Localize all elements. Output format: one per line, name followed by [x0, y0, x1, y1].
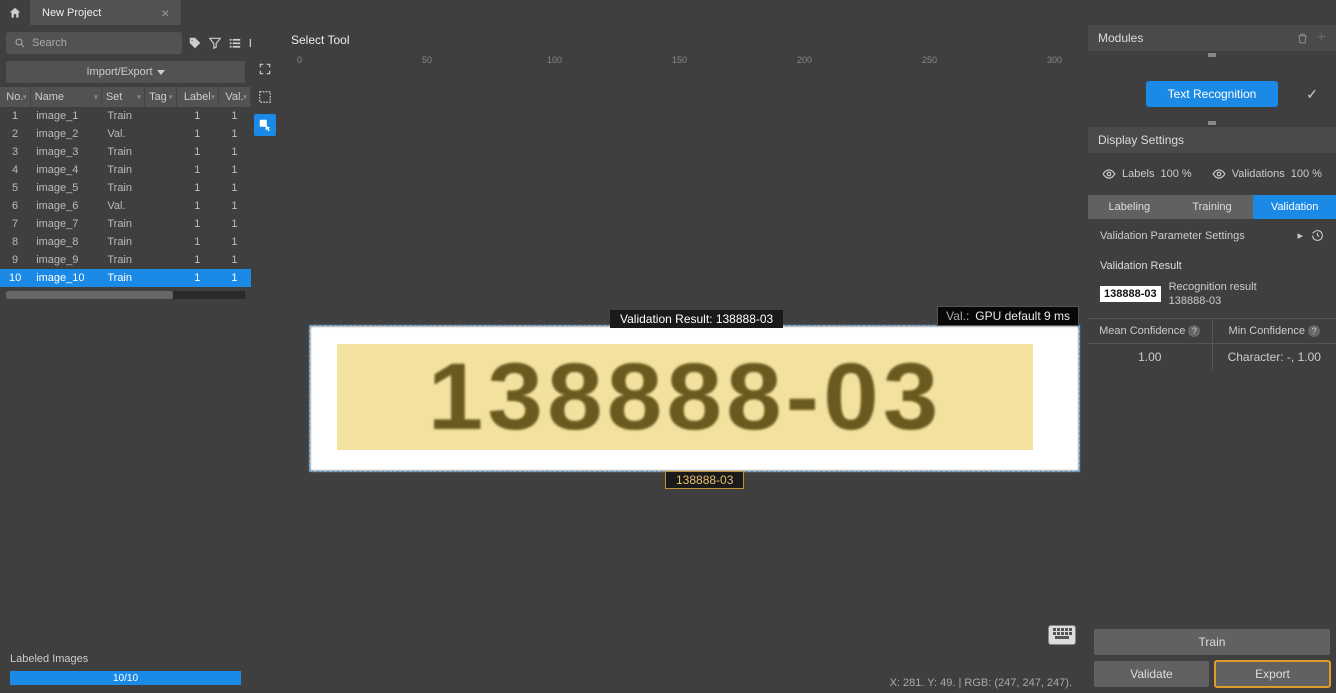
eye-icon[interactable]	[1102, 167, 1116, 181]
labeled-images-title: Labeled Images	[10, 653, 241, 665]
table-row[interactable]: 4image_4Train11	[0, 161, 251, 179]
labels-text: Labels	[1122, 168, 1154, 180]
validation-result-title: Validation Result	[1088, 252, 1336, 276]
search-input-wrap[interactable]	[6, 32, 182, 54]
tool-select[interactable]	[254, 114, 276, 136]
table-row[interactable]: 2image_2Val.11	[0, 125, 251, 143]
labels-pct: 100 %	[1160, 168, 1191, 180]
status-bar: X: 281. Y: 49. | RGB: (247, 247, 247).	[279, 673, 1088, 693]
label-box[interactable]: 138888-03	[337, 344, 1033, 450]
eye-icon[interactable]	[1212, 167, 1226, 181]
min-confidence-header: Min Confidence?	[1213, 319, 1336, 343]
canvas-title: Select Tool	[279, 25, 1088, 55]
recognition-thumb: 138888-03	[1100, 286, 1161, 302]
recognition-card[interactable]: 138888-03 Recognition result 138888-03	[1088, 276, 1336, 318]
text-recognition-module[interactable]: Text Recognition	[1146, 81, 1279, 107]
import-export-label: Import/Export	[86, 66, 152, 78]
table-row[interactable]: 8image_8Train11	[0, 233, 251, 251]
table-row[interactable]: 1image_1Train11	[0, 107, 251, 125]
modules-title: Modules	[1098, 31, 1143, 45]
col-name[interactable]: Name▾	[30, 87, 101, 107]
labeled-progress: 10/10	[10, 671, 241, 685]
train-button[interactable]: Train	[1094, 629, 1330, 655]
keyboard-icon[interactable]	[1048, 625, 1076, 645]
table-row[interactable]: 6image_6Val.11	[0, 197, 251, 215]
list-icon[interactable]	[228, 35, 242, 51]
image-table: No.▾ Name▾ Set▾ Tag▾ Label▾ Val.▾ 1image…	[0, 87, 251, 287]
expand-icon[interactable]: ▸	[1297, 229, 1303, 242]
canvas-panel: Select Tool 050100150200250300 Validatio…	[279, 25, 1088, 693]
help-icon[interactable]: ?	[1188, 325, 1200, 337]
validation-gpu-badge: Val.:GPU default 9 ms	[937, 306, 1079, 326]
col-tag[interactable]: Tag▾	[145, 87, 177, 107]
check-icon: ✓	[1306, 86, 1318, 103]
tool-marquee[interactable]	[254, 86, 276, 108]
canvas[interactable]: Validation Result: 138888-03 Val.:GPU de…	[297, 73, 1088, 673]
mean-confidence-header: Mean Confidence?	[1088, 319, 1213, 343]
project-tab[interactable]: New Project ×	[30, 0, 181, 25]
home-button[interactable]	[0, 0, 30, 25]
history-icon[interactable]	[1311, 229, 1324, 242]
image-selection[interactable]: Validation Result: 138888-03 Val.:GPU de…	[309, 325, 1080, 472]
search-icon	[14, 37, 26, 49]
mean-confidence-value: 1.00	[1088, 344, 1213, 370]
tool-fullscreen[interactable]	[254, 58, 276, 80]
chevron-down-icon	[157, 70, 165, 75]
table-row[interactable]: 9image_9Train11	[0, 251, 251, 269]
left-panel: Import/Export No.▾ Name▾ Set▾ Tag▾ Label…	[0, 25, 251, 693]
funnel-icon[interactable]	[208, 35, 222, 51]
project-tab-title: New Project	[42, 7, 101, 19]
import-export-button[interactable]: Import/Export	[6, 61, 245, 83]
min-confidence-value: Character: -, 1.00	[1213, 344, 1336, 370]
param-settings-title: Validation Parameter Settings	[1100, 230, 1245, 242]
tab-labeling[interactable]: Labeling	[1088, 195, 1171, 219]
validations-text: Validations	[1232, 168, 1285, 180]
home-icon	[8, 6, 22, 20]
right-panel: Modules + Text Recognition ✓ Display Set…	[1088, 25, 1336, 693]
validation-result-banner: Validation Result: 138888-03	[610, 310, 783, 328]
display-settings-title: Display Settings	[1088, 127, 1336, 153]
ruler-vertical	[279, 73, 297, 673]
tag-filter-icon[interactable]	[188, 35, 202, 51]
col-no[interactable]: No.▾	[0, 87, 30, 107]
tab-validation[interactable]: Validation	[1253, 195, 1336, 219]
image-big-text: 138888-03	[428, 343, 943, 452]
table-hscroll[interactable]	[6, 291, 245, 299]
table-row[interactable]: 5image_5Train11	[0, 179, 251, 197]
col-set[interactable]: Set▾	[101, 87, 144, 107]
trash-icon[interactable]	[1296, 32, 1309, 45]
table-row[interactable]: 3image_3Train11	[0, 143, 251, 161]
close-icon[interactable]: ×	[161, 5, 169, 21]
ruler-horizontal: 050100150200250300	[279, 55, 1088, 73]
export-button[interactable]: Export	[1215, 661, 1330, 687]
search-input[interactable]	[32, 37, 174, 49]
col-val[interactable]: Val.▾	[218, 87, 250, 107]
label-text[interactable]: 138888-03	[665, 471, 744, 489]
validate-button[interactable]: Validate	[1094, 661, 1209, 687]
help-icon[interactable]: ?	[1308, 325, 1320, 337]
validations-pct: 100 %	[1291, 168, 1322, 180]
table-row[interactable]: 10image_10Train11	[0, 269, 251, 287]
tab-training[interactable]: Training	[1171, 195, 1254, 219]
plus-icon[interactable]: +	[1317, 32, 1326, 45]
tool-strip	[251, 25, 279, 693]
recognition-value: 138888-03	[1169, 294, 1257, 308]
col-label[interactable]: Label▾	[176, 87, 218, 107]
table-row[interactable]: 7image_7Train11	[0, 215, 251, 233]
recognition-title: Recognition result	[1169, 280, 1257, 294]
